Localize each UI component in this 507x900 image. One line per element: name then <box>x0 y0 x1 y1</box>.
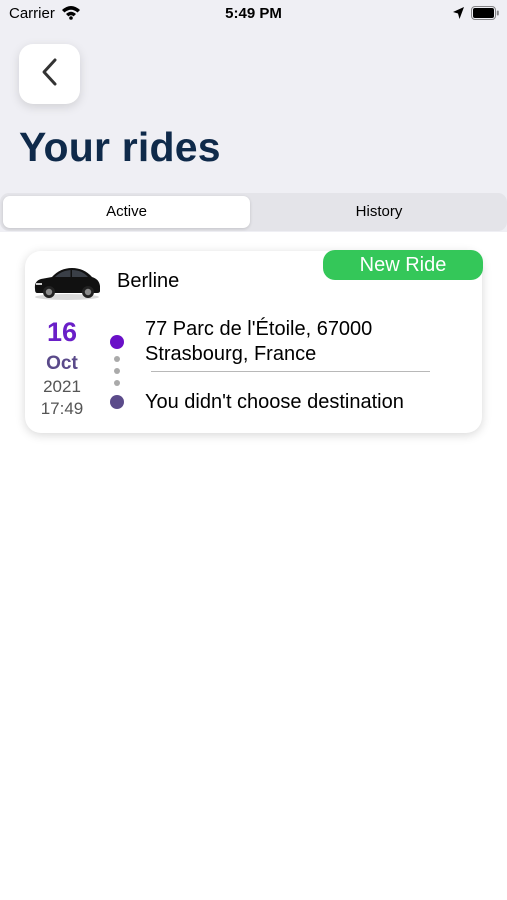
ride-card[interactable]: Berline New Ride 16 Oct 2021 17:49 77 Pa… <box>25 250 483 433</box>
back-button[interactable] <box>19 44 80 104</box>
status-badge: New Ride <box>323 250 483 280</box>
status-time: 5:49 PM <box>225 5 282 22</box>
route-dot-icon <box>114 368 120 374</box>
page-title: Your rides <box>19 124 221 170</box>
chevron-left-icon <box>40 57 60 92</box>
ride-time: 17:49 <box>40 399 84 418</box>
ride-date-day: 16 <box>46 317 78 347</box>
ride-tabs: Active History <box>0 193 507 231</box>
ride-date-year: 2021 <box>43 377 81 396</box>
ride-date-month: Oct <box>46 353 78 374</box>
location-arrow-icon <box>452 6 465 25</box>
route-dot-icon <box>114 380 120 386</box>
car-image <box>32 259 102 301</box>
pickup-dot-icon <box>110 335 124 349</box>
route-dot-icon <box>114 356 120 362</box>
tab-active[interactable]: Active <box>3 196 250 228</box>
battery-icon <box>471 6 500 25</box>
car-type-label: Berline <box>117 270 180 292</box>
divider <box>151 371 430 372</box>
tab-history[interactable]: History <box>253 196 505 228</box>
dropoff-dot-icon <box>110 395 124 409</box>
status-bar: Carrier 5:49 PM <box>0 0 507 30</box>
pickup-address: 77 Parc de l'Étoile, 67000 Strasbourg, F… <box>145 318 373 365</box>
dropoff-address: You didn't choose destination <box>145 391 404 413</box>
